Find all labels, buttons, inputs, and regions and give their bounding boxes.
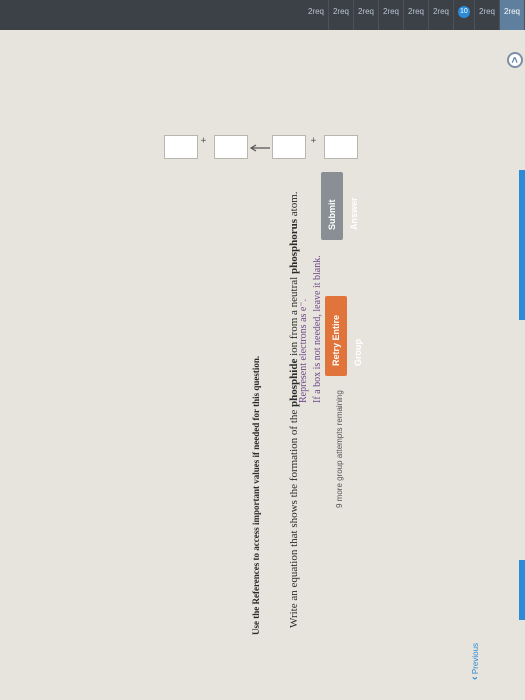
- submit-answer-button[interactable]: Submit Answer: [321, 172, 359, 240]
- sidebar-item-label: 2req: [307, 7, 324, 16]
- sidebar-item-label: 2req: [478, 7, 495, 16]
- sidebar-item-label: 2req: [332, 7, 349, 16]
- plus-sign: +: [310, 133, 317, 145]
- sidebar-item-1[interactable]: 2req: [499, 0, 525, 30]
- product-box-2[interactable]: [324, 135, 358, 159]
- sidebar-item-9[interactable]: 2req: [303, 0, 329, 30]
- sidebar-item-2[interactable]: 2req: [474, 0, 500, 30]
- sidebar-item-label: 2req: [503, 7, 520, 16]
- question-prefix: Write an equation that shows the formati…: [288, 406, 300, 628]
- sidebar-badge: 10: [457, 6, 470, 18]
- attempts-remaining: 9 more group attempts remaining: [335, 390, 344, 508]
- sidebar-item-label: 2req: [382, 7, 399, 16]
- app-window: 2req 2req 10 2req 2req 2req 2req 2req 2r…: [0, 0, 525, 700]
- sidebar-item-7[interactable]: 2req: [353, 0, 379, 30]
- sidebar-item-3[interactable]: 10: [453, 0, 475, 30]
- sidebar-item-8[interactable]: 2req: [328, 0, 354, 30]
- sidebar-item-label: 2req: [407, 7, 424, 16]
- instruction-blank-box: If a box is not needed, leave it blank.: [312, 255, 323, 403]
- chevron-left-icon: ‹: [469, 676, 481, 680]
- reactant-box-2[interactable]: [214, 135, 248, 159]
- header-tab-bar-right[interactable]: [519, 560, 525, 620]
- previous-link[interactable]: ‹ Previous: [469, 640, 481, 680]
- sidebar-item-5[interactable]: 2req: [403, 0, 429, 30]
- chevron-left-icon: <: [508, 56, 520, 64]
- sidebar-item-6[interactable]: 2req: [378, 0, 404, 30]
- header-tab-bar[interactable]: [519, 170, 525, 320]
- product-box-1[interactable]: [272, 135, 306, 159]
- collapse-sidebar-button[interactable]: <: [507, 52, 523, 68]
- reactant-box-1[interactable]: [164, 135, 198, 159]
- sidebar-item-label: 2req: [357, 7, 374, 16]
- question-sidebar: 2req 2req 10 2req 2req 2req 2req 2req 2r…: [0, 0, 525, 30]
- references-note: Use the References to access important v…: [251, 355, 261, 635]
- plus-sign: +: [200, 133, 207, 145]
- sidebar-item-label: 2req: [432, 7, 449, 16]
- reaction-arrow-icon: [249, 144, 271, 156]
- previous-label: Previous: [471, 642, 480, 675]
- sidebar-item-4[interactable]: 2req: [428, 0, 454, 30]
